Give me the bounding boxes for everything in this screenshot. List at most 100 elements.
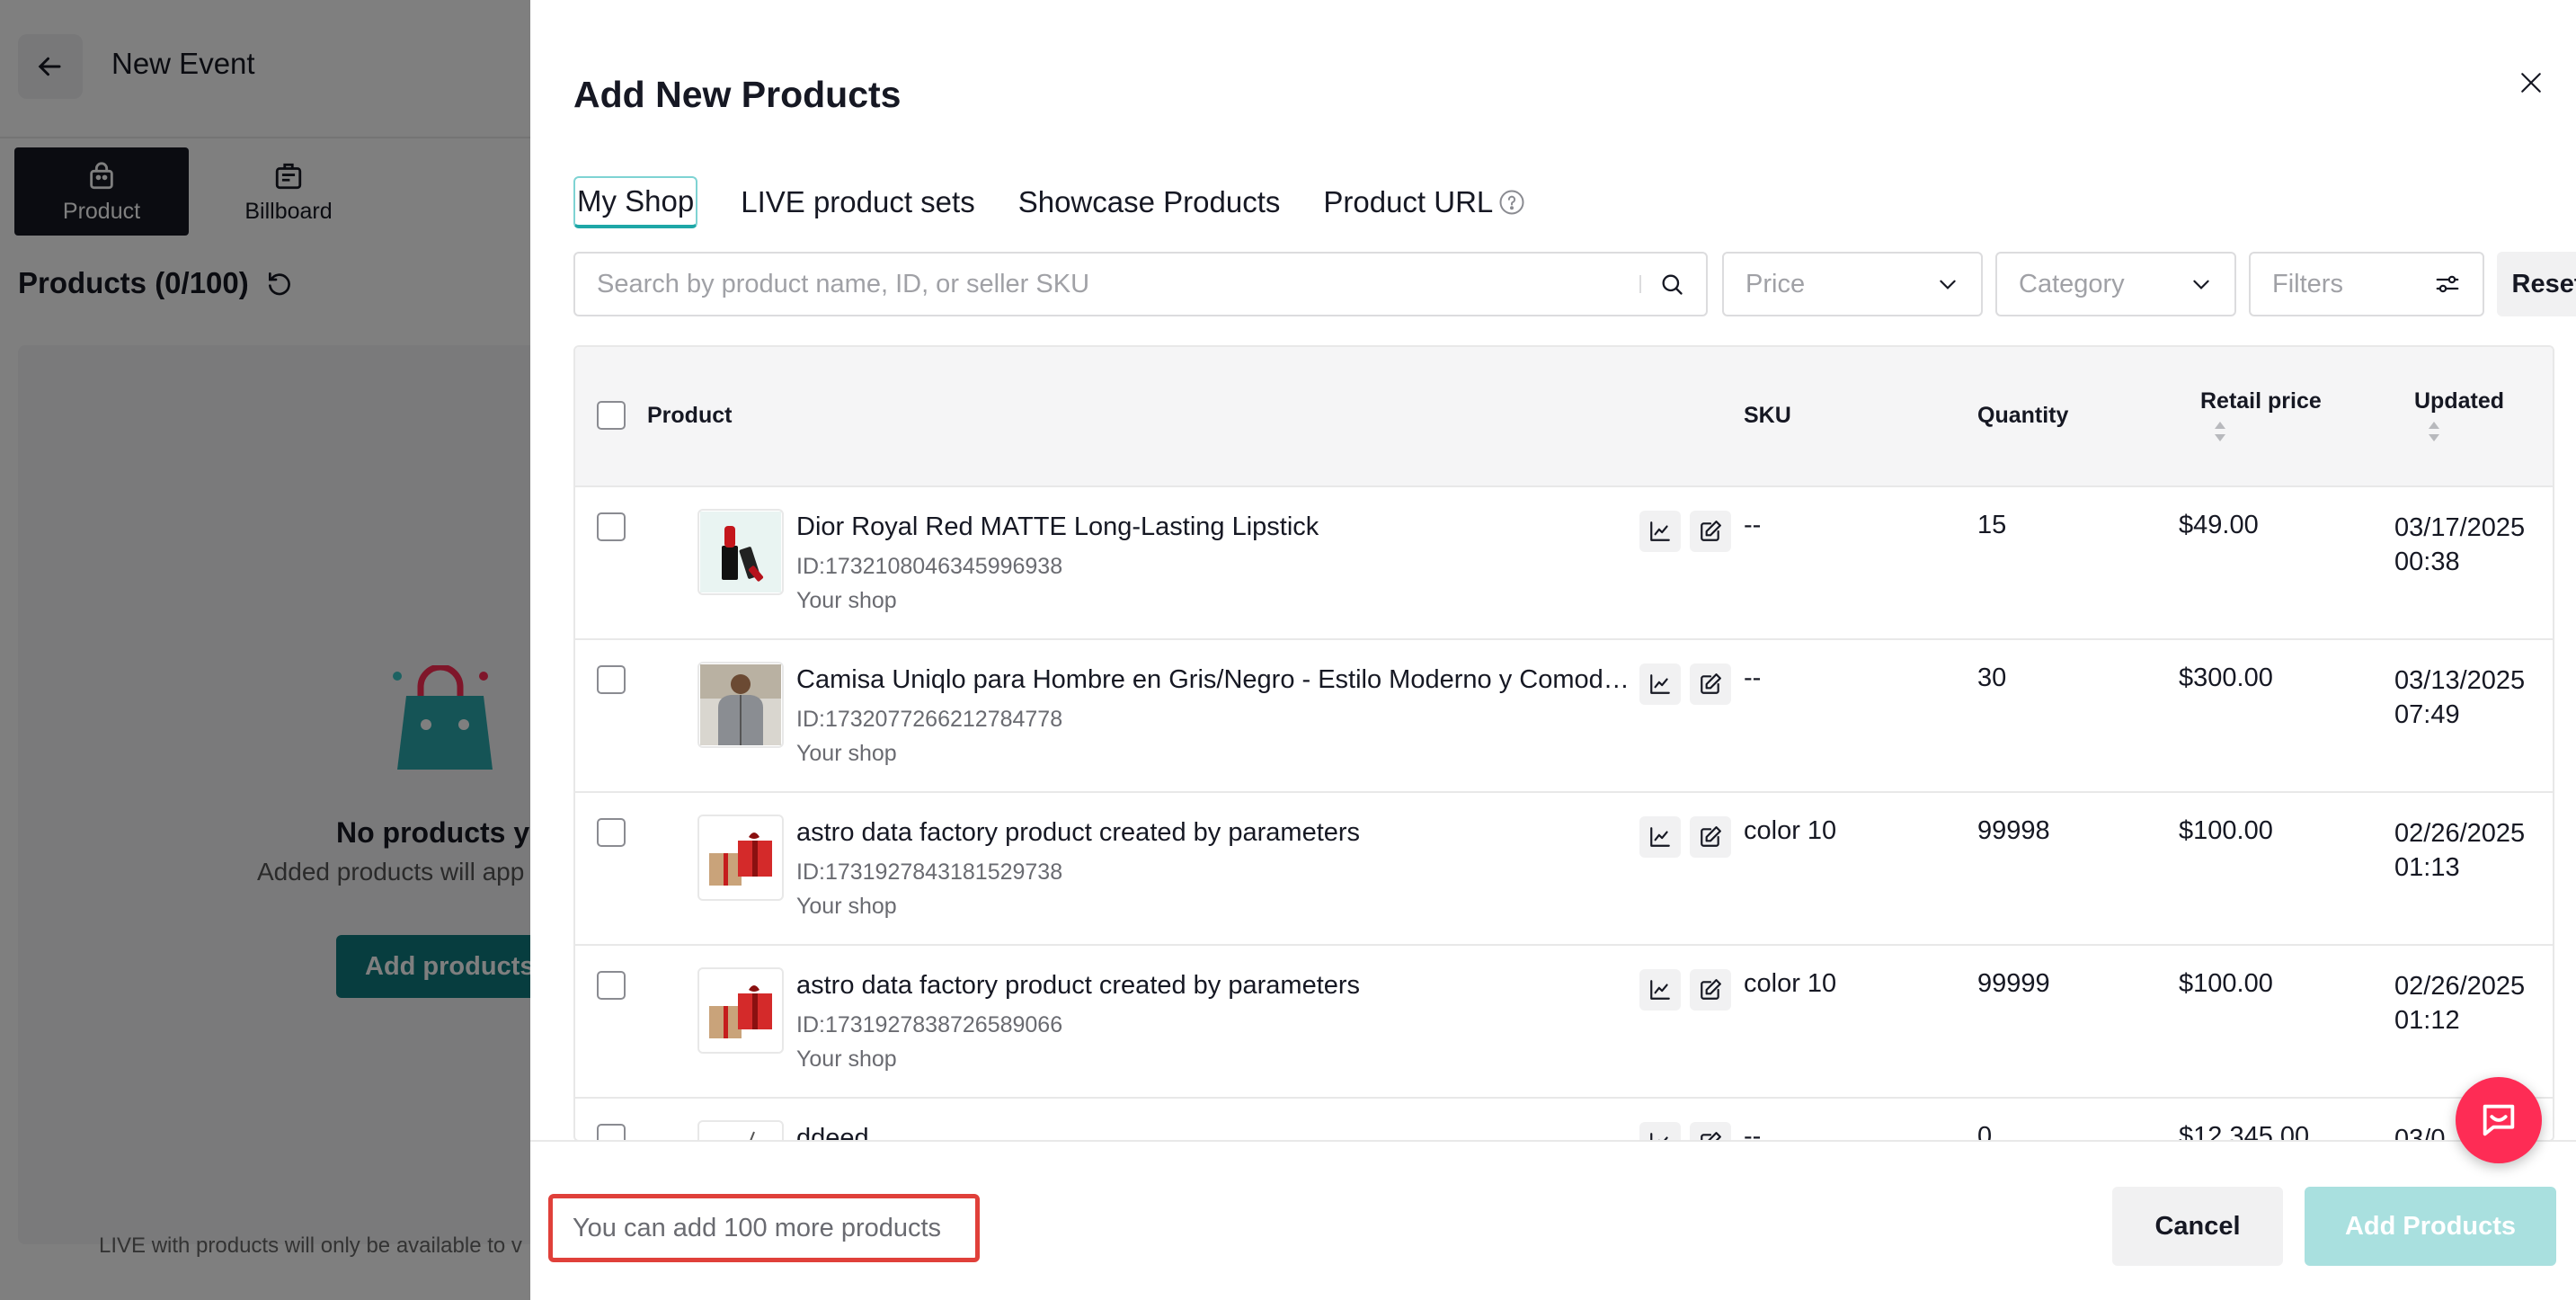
filters-select-label: Filters [2272,269,2343,298]
sketch-image [700,1123,781,1140]
tab-live-product-sets[interactable]: LIVE product sets [741,176,974,228]
edit-icon [1701,826,1721,847]
product-shop: Your shop [796,894,897,919]
table-row[interactable]: Camisa Uniqlo para Hombre en Gris/Negro … [575,640,2553,793]
tab-my-shop[interactable]: My Shop [573,176,698,228]
product-id: ID:1731927843181529738 [796,859,1063,885]
category-select-label: Category [2019,269,2125,298]
price-select[interactable]: Price [1722,252,1983,316]
sliders-icon [2436,275,2459,293]
help-icon[interactable] [1498,189,1525,216]
table-row[interactable]: astro data factory product created by pa… [575,946,2553,1099]
row-checkbox[interactable] [597,1124,626,1140]
edit-button[interactable] [1690,511,1731,552]
edit-icon [1701,521,1721,541]
analytics-button[interactable] [1639,969,1681,1011]
row-checkbox[interactable] [597,818,626,847]
product-shop: Your shop [796,741,897,766]
product-updated: 03/13/2025 07:49 [2394,666,2526,729]
column-updated-label: Updated [2414,388,2504,414]
analytics-button[interactable] [1639,511,1681,552]
product-thumbnail [697,967,784,1054]
product-name: astro data factory product created by pa… [796,971,1361,1000]
product-name: Camisa Uniqlo para Hombre en Gris/Negro … [796,665,1632,694]
product-updated: 02/26/2025 01:12 [2394,972,2526,1035]
table-header: Product SKU Quantity Retail price Update… [575,347,2553,487]
product-id: ID:1731927838726589066 [796,1012,1063,1037]
product-name: astro data factory product created by pa… [796,818,1361,847]
table-row[interactable]: astro data factory product created by pa… [575,793,2553,946]
row-checkbox[interactable] [597,665,626,694]
row-checkbox[interactable] [597,512,626,541]
analytics-button[interactable] [1639,663,1681,705]
analytics-button[interactable] [1639,816,1681,858]
product-id: ID:1732108046345996938 [796,554,1063,579]
product-sku: -- [1744,1122,1762,1142]
table-row[interactable]: Dior Royal Red MATTE Long-Lasting Lipsti… [575,487,2553,640]
chevron-down-icon [1940,280,1956,289]
filters-select[interactable]: Filters [2249,252,2484,316]
product-name: ddeed [796,1124,869,1142]
gift-box-image [700,970,781,1051]
cancel-button[interactable]: Cancel [2112,1187,2283,1266]
product-name: Dior Royal Red MATTE Long-Lasting Lipsti… [796,512,1319,541]
add-products-submit-button[interactable]: Add Products [2305,1187,2556,1266]
chart-line-icon [1650,980,1670,1000]
edit-button[interactable] [1690,1122,1731,1140]
search-separator [1639,275,1641,293]
column-product: Product [647,403,733,428]
edit-button[interactable] [1690,969,1731,1011]
tab-showcase-products[interactable]: Showcase Products [1018,176,1281,228]
reset-button[interactable]: Reset [2497,252,2576,316]
column-updated[interactable]: Updated [2414,388,2504,443]
column-retail-price[interactable]: Retail price [2200,388,2322,443]
product-price: $12,345.00 [2179,1122,2310,1142]
close-icon [2521,73,2541,93]
edit-button[interactable] [1690,816,1731,858]
edit-icon [1701,673,1721,694]
tab-product-url-label: Product URL [1323,185,1494,218]
search-input[interactable] [597,269,1639,299]
product-shop: Your shop [796,588,897,613]
sort-icon[interactable] [2427,420,2441,443]
gift-box-image [700,817,781,898]
product-quantity: 99999 [1977,969,2050,998]
chevron-down-icon [2193,280,2209,289]
edit-icon [1701,979,1721,1000]
tab-product-url[interactable]: Product URL [1323,176,1525,228]
analytics-button[interactable] [1639,1122,1681,1140]
product-price: $49.00 [2179,511,2259,539]
chat-support-button[interactable] [2456,1077,2542,1163]
product-quantity: 15 [1977,511,2007,539]
column-sku: SKU [1744,403,1791,428]
search-icon[interactable] [1659,272,1684,297]
product-price: $100.00 [2179,969,2273,998]
remaining-products-note: You can add 100 more products [548,1194,980,1262]
product-thumbnail [697,662,784,748]
product-quantity: 30 [1977,663,2007,692]
price-select-label: Price [1745,269,1806,298]
product-quantity: 0 [1977,1122,1993,1142]
product-updated: 03/17/2025 00:38 [2394,513,2526,576]
chart-line-icon [1650,827,1670,847]
drawer-footer: You can add 100 more products Cancel Add… [530,1140,2576,1300]
chart-line-icon [1650,674,1670,694]
table-row[interactable]: ddeed -- 0 $12,345.00 03/0 [575,1099,2553,1142]
drawer-title: Add New Products [573,74,902,115]
lipstick-image [700,512,781,592]
category-select[interactable]: Category [1995,252,2236,316]
product-sku: -- [1744,511,1762,539]
close-button[interactable] [2513,65,2549,101]
select-all-checkbox[interactable] [597,401,626,430]
edit-button[interactable] [1690,663,1731,705]
product-sku: -- [1744,663,1762,692]
shirt-image [700,664,781,745]
row-checkbox[interactable] [597,971,626,1000]
product-sku: color 10 [1744,969,1837,998]
source-tabs: My Shop LIVE product sets Showcase Produ… [573,176,1525,228]
product-price: $300.00 [2179,663,2273,692]
search-field [573,252,1708,316]
add-products-drawer: Add New Products My Shop LIVE product se… [530,0,2576,1300]
modal-overlay[interactable] [0,0,530,1300]
sort-icon[interactable] [2213,420,2227,443]
